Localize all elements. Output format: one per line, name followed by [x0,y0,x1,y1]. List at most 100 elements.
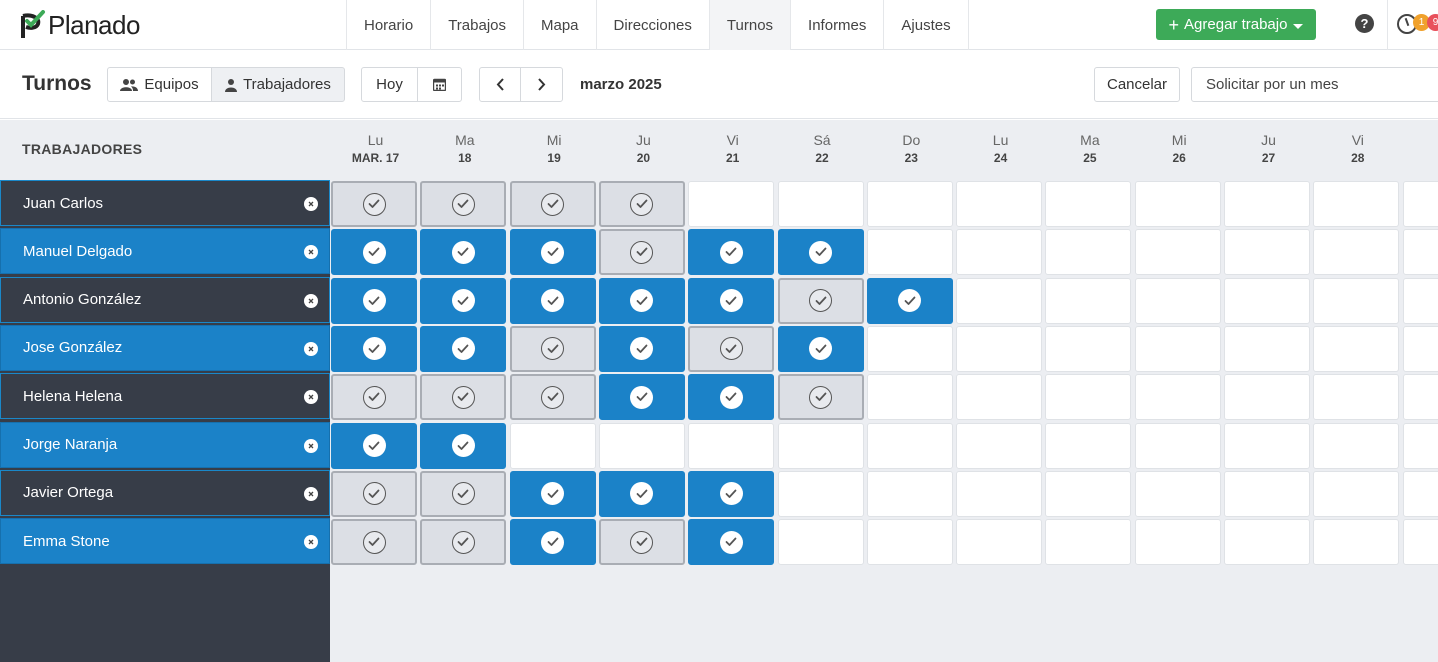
shift-cell-approved[interactable] [688,470,775,517]
shift-cell-empty[interactable] [1313,325,1400,372]
shift-cell-approved[interactable] [688,374,775,421]
shift-cell-approved[interactable] [777,229,864,276]
shift-cell-approved[interactable] [598,470,685,517]
shift-cell-requested[interactable] [598,229,685,276]
shift-cell-empty[interactable] [1045,519,1132,566]
worker-row[interactable]: Emma Stone [0,518,330,565]
nav-tab-direcciones[interactable]: Direcciones [597,0,710,50]
shift-cell-empty[interactable] [1045,181,1132,227]
shift-cell-empty[interactable] [866,519,953,566]
shift-cell-approved[interactable] [420,325,507,372]
shift-cell-empty[interactable] [1402,277,1438,324]
cancel-button[interactable]: Cancelar [1094,67,1180,102]
shift-cell-empty[interactable] [688,181,775,227]
shift-cell-approved[interactable] [509,470,596,517]
nav-tab-horario[interactable]: Horario [347,0,432,50]
shift-cell-empty[interactable] [777,519,864,566]
shift-cell-requested[interactable] [420,374,507,421]
worker-row[interactable]: Antonio González [0,276,330,323]
shift-cell-empty[interactable] [956,277,1043,324]
nav-tab-trabajos[interactable]: Trabajos [431,0,524,50]
shift-cell-empty[interactable] [1134,519,1221,566]
nav-tab-ajustes[interactable]: Ajustes [884,0,969,50]
shift-cell-empty[interactable] [1224,229,1310,276]
help-icon[interactable]: ? [1355,14,1374,33]
worker-row[interactable]: Helena Helena [0,373,330,420]
shift-cell-empty[interactable] [598,422,685,469]
shift-cell-empty[interactable] [688,422,775,469]
shift-cell-empty[interactable] [1313,470,1400,517]
shift-cell-approved[interactable] [420,422,507,469]
shift-cell-empty[interactable] [777,181,864,227]
shift-cell-empty[interactable] [1045,229,1132,276]
shift-cell-approved[interactable] [598,277,685,324]
shift-cell-requested[interactable] [331,470,417,517]
shift-cell-empty[interactable] [1402,470,1438,517]
shift-cell-requested[interactable] [688,325,775,372]
shift-cell-approved[interactable] [331,422,417,469]
shift-cell-requested[interactable] [420,519,507,566]
shift-cell-empty[interactable] [1402,229,1438,276]
shift-cell-approved[interactable] [688,277,775,324]
shift-cell-empty[interactable] [1134,325,1221,372]
planado-logo[interactable]: Planado [20,10,140,40]
worker-row[interactable]: Javier Ortega [0,469,330,516]
shift-cell-empty[interactable] [1045,422,1132,469]
shift-cell-approved[interactable] [688,229,775,276]
nav-tab-mapa[interactable]: Mapa [524,0,597,50]
shift-cell-empty[interactable] [866,470,953,517]
nav-tab-informes[interactable]: Informes [791,0,885,50]
shift-cell-empty[interactable] [1134,181,1221,227]
prev-week-button[interactable] [479,67,521,102]
shift-cell-empty[interactable] [1402,374,1438,421]
worker-row[interactable]: Manuel Delgado [0,228,330,275]
shift-cell-requested[interactable] [509,325,596,372]
shift-cell-empty[interactable] [956,374,1043,421]
today-button[interactable]: Hoy [361,67,418,102]
shift-cell-empty[interactable] [866,422,953,469]
shift-cell-empty[interactable] [1313,422,1400,469]
shift-cell-empty[interactable] [509,422,596,469]
worker-row[interactable]: Jorge Naranja [0,421,330,468]
shift-cell-requested[interactable] [598,181,685,227]
remove-worker-icon[interactable] [304,390,318,405]
shift-cell-approved[interactable] [509,229,596,276]
remove-worker-icon[interactable] [304,535,318,550]
shift-cell-approved[interactable] [331,277,417,324]
worker-row[interactable]: Juan Carlos [0,180,330,226]
shift-cell-approved[interactable] [420,229,507,276]
shift-cell-empty[interactable] [1402,422,1438,469]
shift-cell-empty[interactable] [956,519,1043,566]
shift-cell-empty[interactable] [1402,181,1438,227]
remove-worker-icon[interactable] [304,486,318,501]
workers-toggle-button[interactable]: Trabajadores [211,67,345,102]
shift-cell-empty[interactable] [1224,470,1310,517]
shift-cell-empty[interactable] [956,422,1043,469]
shift-cell-approved[interactable] [688,519,775,566]
teams-toggle-button[interactable]: Equipos [107,67,212,102]
shift-cell-empty[interactable] [1224,374,1310,421]
nav-tab-turnos[interactable]: Turnos [709,0,792,50]
shift-cell-approved[interactable] [866,277,953,324]
shift-cell-empty[interactable] [1134,229,1221,276]
notification-badge-red[interactable]: 9 [1427,14,1438,31]
shift-cell-empty[interactable] [1134,277,1221,324]
shift-cell-empty[interactable] [1313,181,1400,227]
remove-worker-icon[interactable] [304,197,318,211]
shift-cell-approved[interactable] [420,277,507,324]
remove-worker-icon[interactable] [304,293,318,308]
shift-cell-approved[interactable] [331,325,417,372]
shift-cell-approved[interactable] [598,325,685,372]
shift-cell-empty[interactable] [866,181,953,227]
shift-cell-empty[interactable] [1313,519,1400,566]
shift-cell-approved[interactable] [509,277,596,324]
shift-cell-empty[interactable] [1045,277,1132,324]
shift-cell-approved[interactable] [777,325,864,372]
shift-cell-empty[interactable] [1402,325,1438,372]
shift-cell-empty[interactable] [777,470,864,517]
shift-cell-empty[interactable] [956,181,1043,227]
shift-cell-empty[interactable] [866,325,953,372]
calendar-button[interactable] [417,67,462,102]
shift-cell-empty[interactable] [1224,422,1310,469]
shift-cell-requested[interactable] [777,374,864,421]
